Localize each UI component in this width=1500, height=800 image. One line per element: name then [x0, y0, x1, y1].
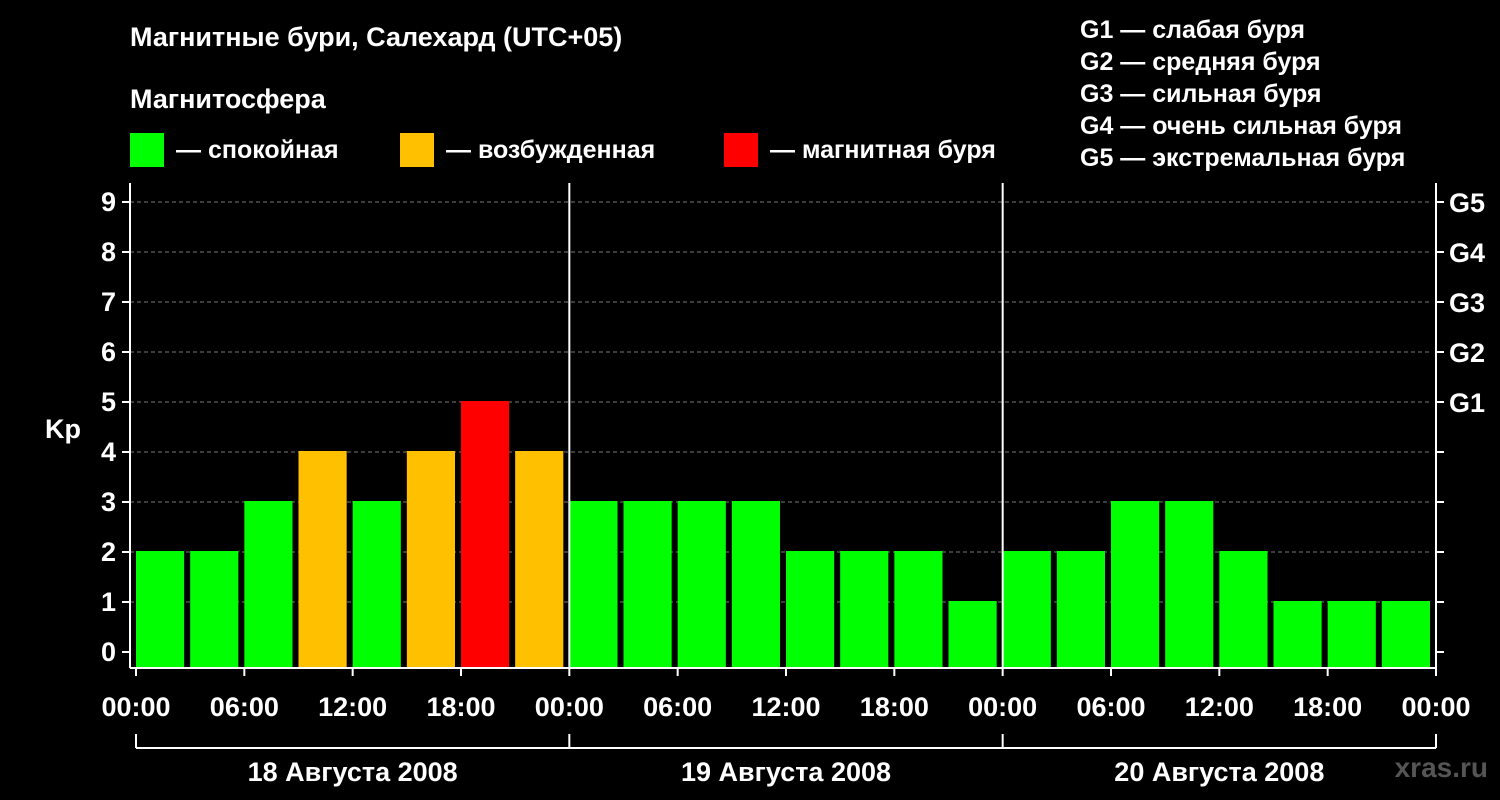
x-tick-label-10: 12:00 [1185, 692, 1254, 722]
kp-bar-21 [1273, 601, 1322, 668]
kp-bar-15 [948, 601, 997, 668]
g-axis-label-g2: G2 [1449, 338, 1485, 368]
kp-bar-2 [244, 501, 293, 668]
day-label-2: 20 Августа 2008 [1114, 757, 1324, 787]
x-tick-label-0: 00:00 [101, 692, 170, 722]
watermark: xras.ru [1394, 752, 1488, 783]
kp-bar-12 [786, 551, 835, 668]
y-tick-label-0: 0 [101, 637, 116, 667]
g-axis-label-g1: G1 [1449, 388, 1485, 418]
x-tick-label-4: 00:00 [535, 692, 604, 722]
kp-bar-11 [731, 501, 780, 668]
kp-bar-23 [1381, 601, 1430, 668]
y-tick-label-5: 5 [101, 387, 116, 417]
kp-bar-chart: 0 1 2 3 4 5 6 7 8 9 G1 G2 G3 G4 G5 Kp 00:00 06:00 12:00 18:… [45, 183, 1485, 787]
g-axis-label-g4: G4 [1449, 238, 1485, 268]
g-axis-label-g3: G3 [1449, 288, 1485, 318]
kp-bar-17 [1056, 551, 1105, 668]
y-tick-label-7: 7 [101, 287, 116, 317]
y-tick-label-8: 8 [101, 237, 116, 267]
y-tick-label-1: 1 [101, 587, 116, 617]
kp-bar-18 [1111, 501, 1160, 668]
kp-bar-20 [1219, 551, 1268, 668]
kp-bar-8 [569, 501, 618, 668]
kp-bar-19 [1165, 501, 1214, 668]
x-tick-label-12: 00:00 [1401, 692, 1470, 722]
y-tick-label-9: 9 [101, 187, 116, 217]
day-label-1: 19 Августа 2008 [681, 757, 891, 787]
y-tick-label-6: 6 [101, 337, 116, 367]
kp-bar-22 [1327, 601, 1376, 668]
x-tick-label-3: 18:00 [426, 692, 495, 722]
g-axis-label-g5: G5 [1449, 188, 1485, 218]
kp-bar-5 [406, 451, 455, 668]
kp-bar-1 [190, 551, 239, 668]
x-tick-label-11: 18:00 [1293, 692, 1362, 722]
kp-bar-10 [677, 501, 726, 668]
x-tick-label-8: 00:00 [968, 692, 1037, 722]
x-tick-label-9: 06:00 [1076, 692, 1145, 722]
kp-bar-7 [515, 451, 564, 668]
kp-bar-0 [136, 551, 185, 668]
x-tick-label-1: 06:00 [210, 692, 279, 722]
day-label-0: 18 Августа 2008 [248, 757, 458, 787]
x-tick-label-2: 12:00 [318, 692, 387, 722]
kp-bar-4 [352, 501, 401, 668]
x-tick-label-5: 06:00 [643, 692, 712, 722]
x-tick-label-7: 18:00 [860, 692, 929, 722]
y-tick-label-2: 2 [101, 537, 116, 567]
kp-bar-6 [461, 401, 510, 668]
kp-bar-14 [894, 551, 943, 668]
kp-bar-9 [623, 501, 672, 668]
x-tick-label-6: 12:00 [751, 692, 820, 722]
kp-bar-16 [1002, 551, 1051, 668]
kp-bar-3 [298, 451, 347, 668]
y-tick-label-3: 3 [101, 487, 116, 517]
kp-bar-13 [840, 551, 889, 668]
y-tick-label-4: 4 [101, 437, 116, 467]
y-axis-label: Kp [45, 414, 81, 444]
